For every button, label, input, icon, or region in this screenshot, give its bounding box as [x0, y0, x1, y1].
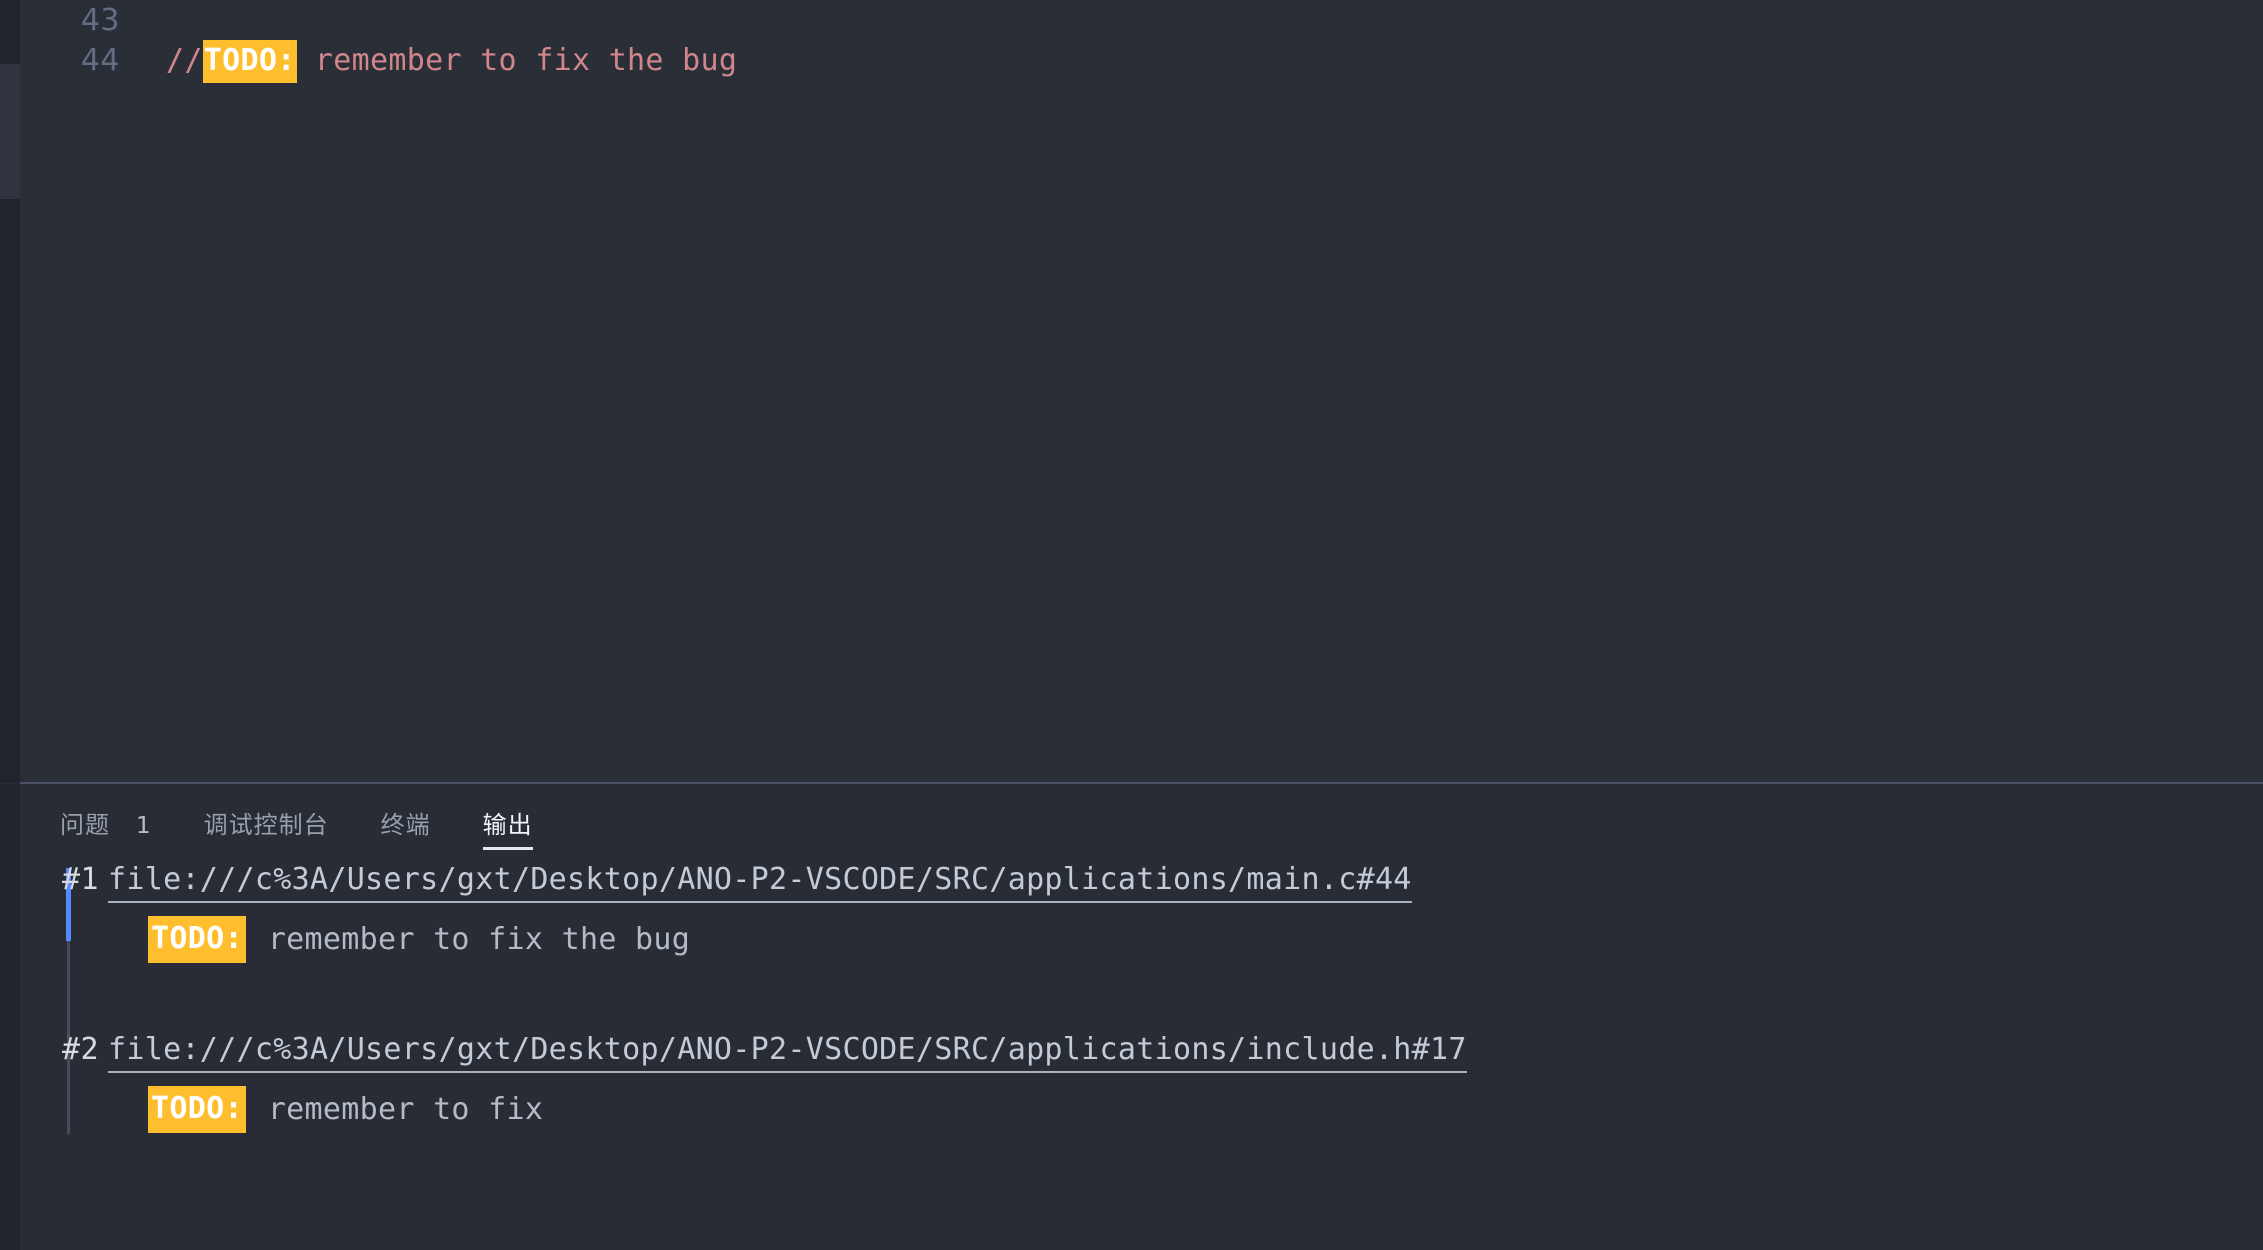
- tab-label: 问题: [60, 810, 110, 839]
- todo-message: remember to fix the bug: [267, 922, 691, 957]
- tab-label: 调试控制台: [203, 810, 329, 839]
- comment-text: remember to fix the bug: [296, 42, 738, 78]
- output-entry-message: TODO: remember to fix the bug: [0, 916, 690, 963]
- bottom-panel: 问题 1 调试控制台 终端 输出 #1 file:///c%3A/Users/g: [0, 784, 2263, 1250]
- tab-label: 终端: [380, 810, 431, 839]
- output-entry-message: TODO: remember to fix: [0, 1086, 543, 1133]
- todo-tag[interactable]: TODO:: [148, 916, 246, 963]
- editor-left-strip: [0, 0, 20, 783]
- todo-highlight[interactable]: TODO:: [202, 39, 297, 83]
- active-tab-underline: [482, 846, 533, 850]
- problems-count-badge: 1: [136, 812, 152, 839]
- file-link[interactable]: file:///c%3A/Users/gxt/Desktop/ANO-P2-VS…: [108, 862, 1412, 903]
- todo-tag[interactable]: TODO:: [148, 1086, 246, 1133]
- comment-slashes: //: [166, 42, 203, 78]
- output-entry-header: #2 file:///c%3A/Users/gxt/Desktop/ANO-P2…: [0, 1032, 1467, 1073]
- file-link[interactable]: file:///c%3A/Users/gxt/Desktop/ANO-P2-VS…: [108, 1032, 1467, 1073]
- entry-index: #1: [62, 862, 100, 897]
- tab-problems[interactable]: 问题 1: [60, 805, 152, 850]
- tab-label: 输出: [482, 810, 533, 839]
- code-line: 44 //TODO: remember to fix the bug: [20, 32, 2263, 88]
- panel-tab-bar: 问题 1 调试控制台 终端 输出: [60, 804, 585, 850]
- overview-ruler-highlight[interactable]: [0, 64, 20, 199]
- tab-output[interactable]: 输出: [482, 805, 533, 850]
- line-content: //TODO: remember to fix the bug: [120, 39, 738, 83]
- output-entry: #2 file:///c%3A/Users/gxt/Desktop/ANO-P2…: [0, 990, 2263, 1170]
- tab-debug-console[interactable]: 调试控制台: [204, 805, 329, 850]
- line-number: 44: [80, 42, 120, 78]
- vscode-window: 43 44 //TODO: remember to fix the bug 问题…: [0, 0, 2263, 1250]
- output-entry-header: #1 file:///c%3A/Users/gxt/Desktop/ANO-P2…: [0, 862, 1412, 903]
- output-view[interactable]: #1 file:///c%3A/Users/gxt/Desktop/ANO-P2…: [0, 862, 2263, 1250]
- entry-index: #2: [62, 1032, 100, 1067]
- todo-message: remember to fix: [267, 1092, 544, 1127]
- tab-terminal[interactable]: 终端: [381, 805, 431, 850]
- code-editor[interactable]: 43 44 //TODO: remember to fix the bug: [20, 0, 2263, 783]
